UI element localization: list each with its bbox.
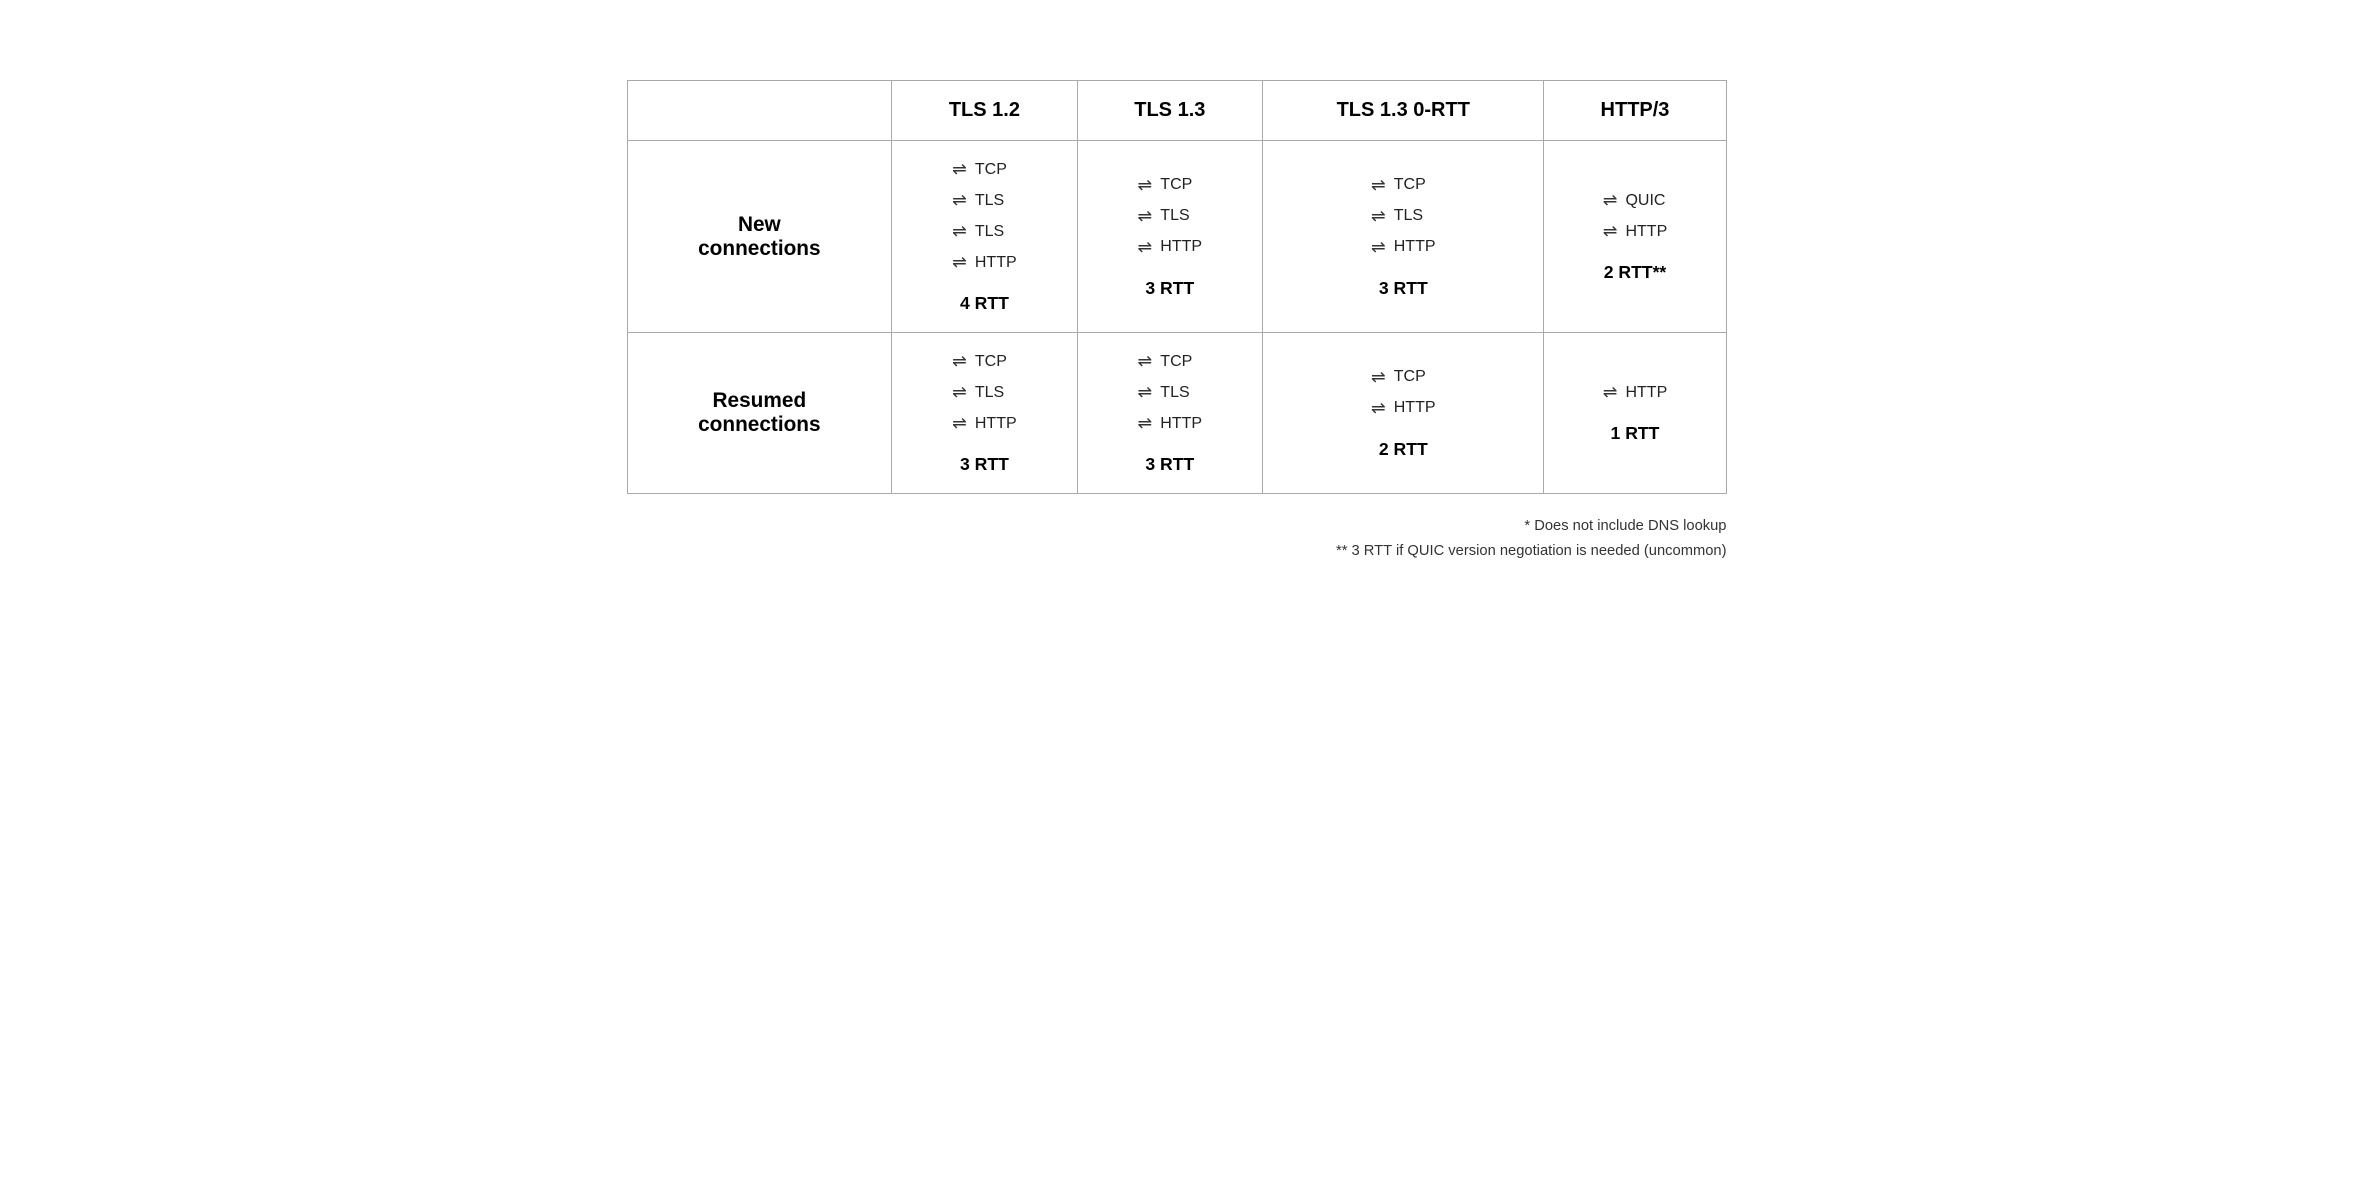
cell-r0-c2: ⇌ TCP ⇌ TLS ⇌ HTTP 3 RTT [1263, 141, 1544, 333]
protocol-label: TLS [1160, 207, 1189, 225]
comparison-table: TLS 1.2TLS 1.3TLS 1.3 0-RTTHTTP/3 New co… [627, 80, 1727, 494]
row-label-0: New connections [627, 141, 892, 333]
arrows-icon: ⇌ [952, 351, 967, 372]
protocol-label: HTTP [1160, 238, 1202, 256]
protocol-label: HTTP [1394, 238, 1436, 256]
protocol-line: ⇌ TLS [1138, 206, 1190, 227]
table-row: New connections ⇌ TCP ⇌ TLS ⇌ TLS ⇌ HTTP 4 RTT ⇌ TC… [627, 141, 1726, 333]
arrows-icon: ⇌ [1603, 190, 1618, 211]
column-header-tls-1-3-0-rtt: TLS 1.3 0-RTT [1263, 81, 1544, 141]
protocol-line: ⇌ TCP [1371, 367, 1426, 388]
rtt-label: 3 RTT [960, 454, 1009, 475]
protocol-label: TLS [1160, 384, 1189, 402]
arrows-icon: ⇌ [1371, 206, 1386, 227]
row-label-1: Resumed connections [627, 333, 892, 494]
protocol-label: TLS [1394, 207, 1423, 225]
protocol-label: TLS [975, 223, 1004, 241]
protocol-line: ⇌ TCP [1138, 351, 1193, 372]
footnotes: * Does not include DNS lookup** 3 RTT if… [627, 514, 1727, 564]
protocol-label: TCP [975, 161, 1007, 179]
protocol-label: TCP [1160, 176, 1192, 194]
protocol-label: HTTP [1160, 415, 1202, 433]
arrows-icon: ⇌ [952, 159, 967, 180]
arrows-icon: ⇌ [1371, 367, 1386, 388]
rtt-label: 2 RTT** [1604, 262, 1667, 283]
arrows-icon: ⇌ [1371, 175, 1386, 196]
cell-r1-c3: ⇌ HTTP 1 RTT [1544, 333, 1726, 494]
protocol-line: ⇌ TLS [1138, 382, 1190, 403]
protocol-label: HTTP [1625, 223, 1667, 241]
protocol-line: ⇌ HTTP [952, 252, 1017, 273]
protocol-label: QUIC [1625, 192, 1665, 210]
footnote: * Does not include DNS lookup [627, 514, 1727, 539]
protocol-line: ⇌ TLS [952, 221, 1004, 242]
arrows-icon: ⇌ [952, 221, 967, 242]
column-header-http-3: HTTP/3 [1544, 81, 1726, 141]
protocol-line: ⇌ HTTP [1371, 398, 1436, 419]
table-row: Resumed connections ⇌ TCP ⇌ TLS ⇌ HTTP 3 RTT ⇌ TC… [627, 333, 1726, 494]
arrows-icon: ⇌ [952, 382, 967, 403]
protocol-label: TLS [975, 192, 1004, 210]
protocol-line: ⇌ QUIC [1603, 190, 1666, 211]
protocol-line: ⇌ HTTP [1138, 237, 1203, 258]
protocol-label: TCP [1394, 176, 1426, 194]
protocol-line: ⇌ TLS [952, 382, 1004, 403]
protocol-line: ⇌ TLS [1371, 206, 1423, 227]
arrows-icon: ⇌ [1138, 382, 1153, 403]
cell-r0-c3: ⇌ QUIC ⇌ HTTP 2 RTT** [1544, 141, 1726, 333]
arrows-icon: ⇌ [1138, 351, 1153, 372]
header-empty [627, 81, 892, 141]
protocol-label: HTTP [975, 415, 1017, 433]
cell-r0-c0: ⇌ TCP ⇌ TLS ⇌ TLS ⇌ HTTP 4 RTT [892, 141, 1077, 333]
arrows-icon: ⇌ [1371, 237, 1386, 258]
protocol-label: TCP [975, 353, 1007, 371]
protocol-label: HTTP [1394, 399, 1436, 417]
protocol-label: TCP [1160, 353, 1192, 371]
protocol-line: ⇌ HTTP [952, 413, 1017, 434]
rtt-label: 2 RTT [1379, 439, 1428, 460]
arrows-icon: ⇌ [1371, 398, 1386, 419]
cell-r1-c2: ⇌ TCP ⇌ HTTP 2 RTT [1263, 333, 1544, 494]
protocol-line: ⇌ TCP [1371, 175, 1426, 196]
protocol-line: ⇌ HTTP [1138, 413, 1203, 434]
protocol-line: ⇌ TCP [952, 159, 1007, 180]
rtt-label: 3 RTT [1379, 278, 1428, 299]
column-header-tls-1-3: TLS 1.3 [1077, 81, 1262, 141]
rtt-label: 1 RTT [1611, 423, 1660, 444]
footnote: ** 3 RTT if QUIC version negotiation is … [627, 539, 1727, 564]
arrows-icon: ⇌ [1603, 221, 1618, 242]
protocol-line: ⇌ TLS [952, 190, 1004, 211]
arrows-icon: ⇌ [952, 413, 967, 434]
cell-r0-c1: ⇌ TCP ⇌ TLS ⇌ HTTP 3 RTT [1077, 141, 1262, 333]
arrows-icon: ⇌ [1138, 175, 1153, 196]
protocol-label: TCP [1394, 368, 1426, 386]
protocol-line: ⇌ HTTP [1603, 382, 1668, 403]
table-wrapper: TLS 1.2TLS 1.3TLS 1.3 0-RTTHTTP/3 New co… [627, 80, 1727, 494]
rtt-label: 4 RTT [960, 293, 1009, 314]
cell-r1-c1: ⇌ TCP ⇌ TLS ⇌ HTTP 3 RTT [1077, 333, 1262, 494]
cell-r1-c0: ⇌ TCP ⇌ TLS ⇌ HTTP 3 RTT [892, 333, 1077, 494]
arrows-icon: ⇌ [1138, 237, 1153, 258]
rtt-label: 3 RTT [1145, 278, 1194, 299]
protocol-line: ⇌ HTTP [1603, 221, 1668, 242]
column-header-tls-1-2: TLS 1.2 [892, 81, 1077, 141]
header-row: TLS 1.2TLS 1.3TLS 1.3 0-RTTHTTP/3 [627, 81, 1726, 141]
rtt-label: 3 RTT [1145, 454, 1194, 475]
protocol-line: ⇌ HTTP [1371, 237, 1436, 258]
arrows-icon: ⇌ [952, 190, 967, 211]
protocol-line: ⇌ TCP [952, 351, 1007, 372]
protocol-label: HTTP [975, 254, 1017, 272]
arrows-icon: ⇌ [1138, 206, 1153, 227]
arrows-icon: ⇌ [952, 252, 967, 273]
arrows-icon: ⇌ [1603, 382, 1618, 403]
protocol-label: HTTP [1625, 384, 1667, 402]
protocol-line: ⇌ TCP [1138, 175, 1193, 196]
protocol-label: TLS [975, 384, 1004, 402]
arrows-icon: ⇌ [1138, 413, 1153, 434]
